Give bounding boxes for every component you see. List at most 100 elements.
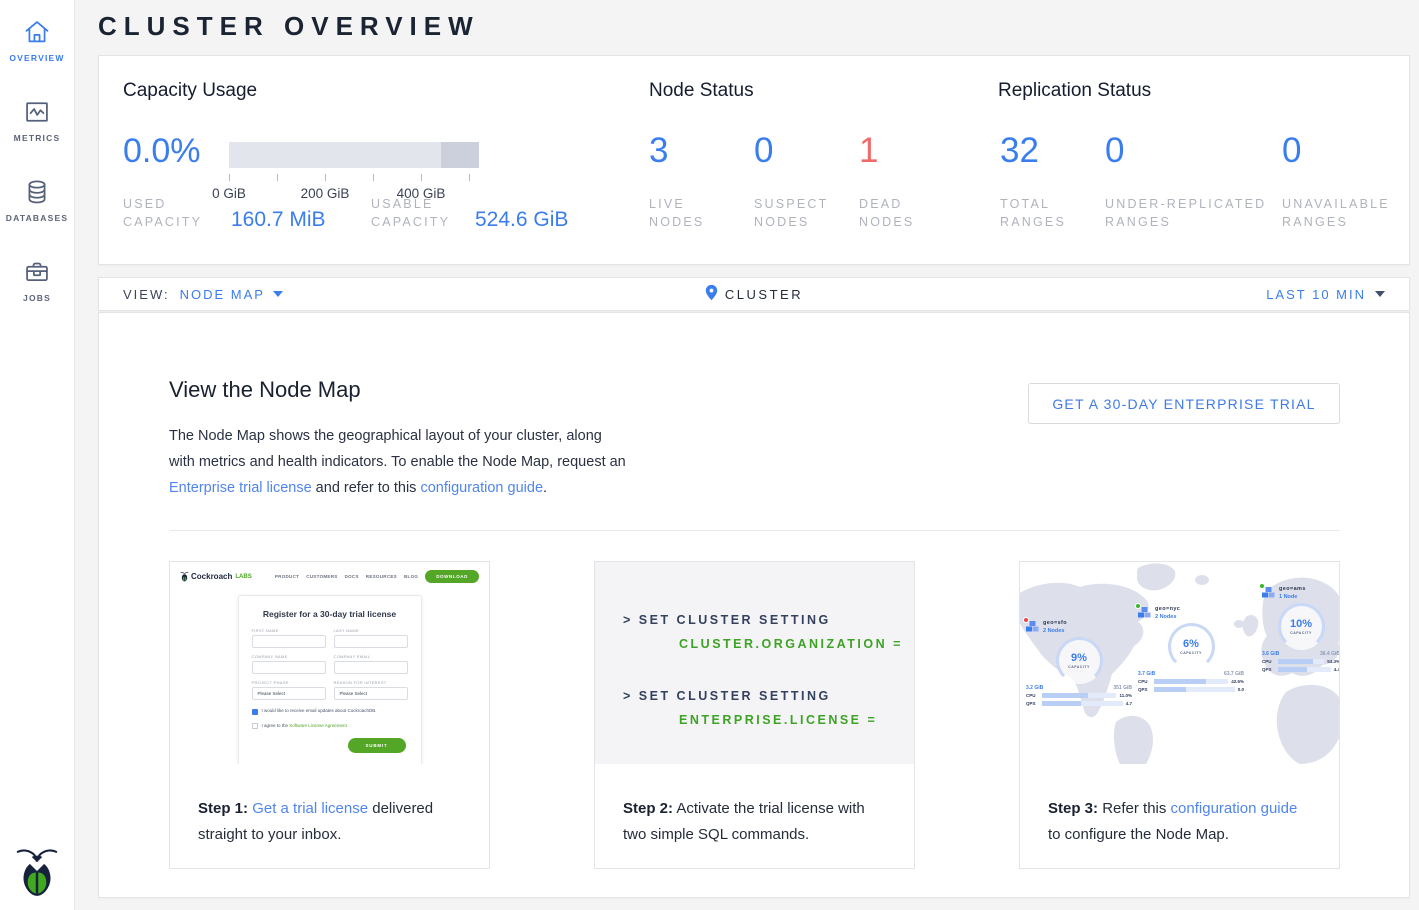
node-count-label: 2 Nodes [1043,628,1067,634]
mini-site-nav: PRODUCT CUSTOMERS DOCS RESOURCES BLOG DO… [275,570,479,583]
enterprise-trial-button[interactable]: GET A 30-DAY ENTERPRISE TRIAL [1028,383,1340,424]
mini-site-header: CockroachLABS PRODUCT CUSTOMERS DOCS RES… [170,562,489,587]
unavailable-ranges-stat: 0 UNAVAILABLERANGES [1282,131,1390,231]
sidebar-item-databases[interactable]: DATABASES [0,160,74,240]
sidebar-item-label: METRICS [14,133,61,143]
node-map-description: The Node Map shows the geographical layo… [169,423,631,501]
step2-caption: Step 2: Activate the trial license with … [595,764,914,848]
locality-label: geo=nyc [1155,606,1180,612]
usable-capacity-value: 524.6 GiB [475,208,568,232]
sidebar-item-metrics[interactable]: METRICS [0,80,74,160]
location-pin-icon [705,284,718,304]
sidebar: OVERVIEW METRICS DATABASES [0,0,75,910]
mini-project-phase-select: Please Select [252,687,326,700]
used-capacity-label: USEDCAPACITY [123,195,202,231]
capacity-bar [229,142,479,168]
page-title: CLUSTER OVERVIEW [98,11,480,42]
mini-cockroach-logo: CockroachLABS [180,571,252,582]
capacity-bar-segment [441,142,479,168]
node-count-label: 1 Node [1279,594,1306,600]
capacity-used-percent: 0.0% [123,132,201,171]
cpu-sparkline [1042,693,1116,698]
sql-line-4: ENTERPRISE.LICENSE = [623,708,914,732]
node-count-label: 2 Nodes [1155,614,1180,620]
live-status-dot [1259,583,1265,589]
sidebar-item-label: JOBS [23,293,51,303]
under-replicated-ranges-stat: 0 UNDER-REPLICATEDRANGES [1105,131,1266,231]
mini-license-agreement-checkbox [252,723,258,729]
qps-sparkline [1042,701,1123,706]
chevron-down-icon [1375,291,1385,297]
view-label: VIEW: [123,287,170,302]
enterprise-trial-license-link[interactable]: Enterprise trial license [169,480,312,496]
home-icon [23,18,51,46]
total-ranges-stat: 32 TOTALRANGES [1000,131,1066,231]
step1-card: CockroachLABS PRODUCT CUSTOMERS DOCS RES… [169,561,490,869]
mini-company-email-input [334,661,408,674]
sql-commands-snippet: > SET CLUSTER SETTING CLUSTER.ORGANIZATI… [595,562,914,764]
step3-card: geo=sfo 2 Nodes 9% CAPACITY 3.2 GiB 351 … [1019,561,1340,869]
node-map-panel: View the Node Map The Node Map shows the… [98,312,1410,898]
live-nodes-stat: 3 LIVENODES [649,131,704,231]
chevron-down-icon [273,291,283,297]
trial-signup-screenshot: CockroachLABS PRODUCT CUSTOMERS DOCS RES… [170,562,489,764]
qps-sparkline [1278,667,1331,672]
step1-caption: Step 1: Get a trial license delivered st… [170,764,489,848]
cluster-breadcrumb: CLUSTER [725,287,803,302]
node-map-heading: View the Node Map [169,377,361,403]
configuration-guide-link[interactable]: configuration guide [1171,800,1298,817]
tick-label-0: 0 GiB [212,186,246,201]
capacity-gauge: 9% CAPACITY [1056,637,1103,684]
suspect-nodes-stat: 0 SUSPECTNODES [754,131,828,231]
mini-first-name-input [252,635,326,648]
node-cubes-icon [1138,606,1151,618]
sidebar-item-overview[interactable]: OVERVIEW [0,0,74,80]
capacity-gauge: 10% CAPACITY [1278,603,1325,650]
steps-row: CockroachLABS PRODUCT CUSTOMERS DOCS RES… [169,561,1340,869]
dead-nodes-stat: 1 DEADNODES [859,131,914,231]
cockroach-labs-logo [0,844,74,898]
time-range-dropdown[interactable]: LAST 10 MIN [1266,287,1385,302]
view-selector-dropdown[interactable]: NODE MAP [180,287,283,302]
live-status-dot [1135,603,1141,609]
mini-download-button: DOWNLOAD [425,570,479,583]
replication-status-title: Replication Status [998,80,1151,102]
used-capacity-value: 160.7 MiB [231,208,326,232]
mini-reason-select: Please Select [334,687,408,700]
capacity-bar-ticks [229,174,479,181]
locality-label: geo=sfo [1043,620,1067,626]
node-map-preview-image: geo=sfo 2 Nodes 9% CAPACITY 3.2 GiB 351 … [1020,562,1339,764]
cpu-sparkline [1278,659,1324,664]
database-icon [23,178,51,206]
mini-company-name-input [252,661,326,674]
sidebar-item-label: OVERVIEW [9,53,64,63]
node-status-title: Node Status [649,80,754,102]
briefcase-icon [23,258,51,286]
divider [169,530,1340,531]
cluster-summary-card: Capacity Usage 0.0% 0 GiB 200 GiB 400 Gi… [98,55,1410,265]
locality-label: geo=ams [1279,586,1306,592]
sql-line-3: > SET CLUSTER SETTING [623,684,914,708]
view-bar: VIEW: NODE MAP CLUSTER LAST 10 MIN [98,277,1410,311]
capacity-usage-title: Capacity Usage [123,80,257,102]
sql-line-2: CLUSTER.ORGANIZATION = [623,632,914,656]
map-cluster-ams: geo=ams 1 Node 10% CAPACITY 3.6 GiB 36.4… [1262,586,1339,672]
sidebar-item-jobs[interactable]: JOBS [0,240,74,320]
metrics-icon [23,98,51,126]
configuration-guide-link[interactable]: configuration guide [420,480,543,496]
mini-trial-form: Register for a 30-day trial license FIRS… [238,595,422,764]
node-cubes-icon [1026,620,1039,632]
cpu-sparkline [1154,679,1228,684]
mini-last-name-input [334,635,408,648]
capacity-gauge: 6% CAPACITY [1168,623,1215,670]
dead-status-dot [1023,617,1029,623]
usable-capacity-label: USABLECAPACITY [371,195,450,231]
map-cluster-nyc: geo=nyc 2 Nodes 6% CAPACITY 3.7 GiB 63.7… [1138,606,1244,692]
sidebar-item-label: DATABASES [6,213,68,223]
get-trial-license-link[interactable]: Get a trial license [252,800,368,817]
sql-line-1: > SET CLUSTER SETTING [623,608,914,632]
mini-email-updates-checkbox [252,709,258,715]
mini-submit-button: SUBMIT [348,738,406,753]
map-cluster-sfo: geo=sfo 2 Nodes 9% CAPACITY 3.2 GiB 351 … [1026,620,1132,706]
step2-card: > SET CLUSTER SETTING CLUSTER.ORGANIZATI… [594,561,915,869]
